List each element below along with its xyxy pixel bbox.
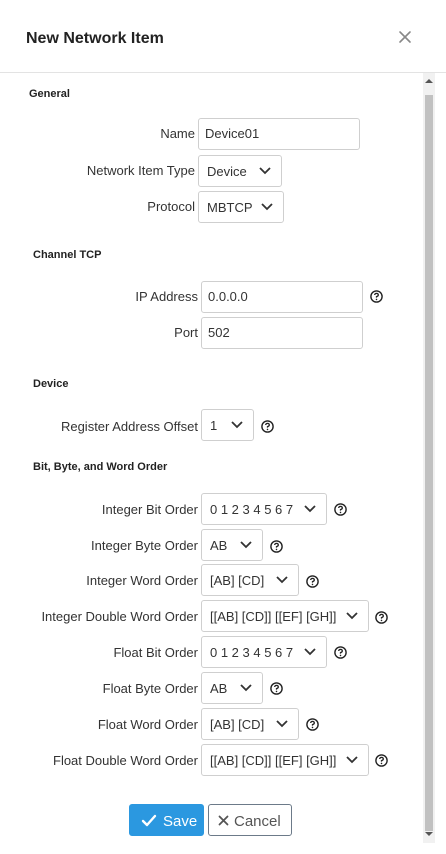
chevron-down-icon xyxy=(259,167,271,175)
integer-byte-order-value: AB xyxy=(210,538,228,553)
float-bit-order-value: 0 1 2 3 4 5 6 7 xyxy=(210,645,294,660)
ip-address-label: IP Address xyxy=(135,289,198,304)
section-channel-tcp: Channel TCP xyxy=(33,249,102,261)
float-byte-order-value: AB xyxy=(210,681,228,696)
help-icon[interactable] xyxy=(334,646,347,659)
float-byte-order-label: Float Byte Order xyxy=(102,681,198,696)
close-icon[interactable] xyxy=(396,28,414,46)
dialog-header: New Network Item xyxy=(0,0,446,73)
chevron-down-icon xyxy=(231,421,243,429)
ip-address-field[interactable]: 0.0.0.0 xyxy=(201,281,363,313)
protocol-select[interactable]: MBTCP xyxy=(198,191,284,223)
integer-word-order-select[interactable]: [AB] [CD] xyxy=(201,564,299,596)
float-byte-order-select[interactable]: AB xyxy=(201,672,263,704)
integer-bit-order-select[interactable]: 0 1 2 3 4 5 6 7 xyxy=(201,493,327,525)
port-field[interactable]: 502 xyxy=(201,317,363,349)
chevron-down-icon xyxy=(276,576,288,584)
integer-double-word-order-value: [[AB] [CD]] [[EF] [GH]] xyxy=(210,609,337,624)
chevron-down-icon xyxy=(276,720,288,728)
protocol-value: MBTCP xyxy=(207,200,253,215)
port-label: Port xyxy=(174,325,198,340)
dialog-title: New Network Item xyxy=(26,30,164,47)
integer-bit-order-value: 0 1 2 3 4 5 6 7 xyxy=(210,502,294,517)
help-icon[interactable] xyxy=(270,540,283,553)
float-word-order-label: Float Word Order xyxy=(97,717,198,732)
help-icon[interactable] xyxy=(334,503,347,516)
float-bit-order-label: Float Bit Order xyxy=(113,645,198,660)
network-item-type-label: Network Item Type xyxy=(86,163,195,178)
register-address-offset-select[interactable]: 1 xyxy=(201,409,254,441)
section-general: General xyxy=(29,88,70,100)
save-button[interactable]: Save xyxy=(129,804,204,836)
help-icon[interactable] xyxy=(261,420,274,433)
network-item-type-value: Device xyxy=(207,164,247,179)
section-bit-byte-word-order: Bit, Byte, and Word Order xyxy=(33,461,168,473)
chevron-down-icon xyxy=(346,756,358,764)
chevron-down-icon xyxy=(304,505,316,513)
chevron-down-icon xyxy=(240,684,252,692)
help-icon[interactable] xyxy=(306,575,319,588)
integer-bit-order-label: Integer Bit Order xyxy=(101,502,198,517)
help-icon[interactable] xyxy=(375,611,388,624)
scroll-down-arrow-icon[interactable] xyxy=(425,830,433,838)
network-item-type-select[interactable]: Device xyxy=(198,155,282,187)
integer-byte-order-label: Integer Byte Order xyxy=(91,538,198,553)
chevron-down-icon xyxy=(261,203,273,211)
float-word-order-value: [AB] [CD] xyxy=(210,717,265,732)
save-button-label: Save xyxy=(163,813,198,830)
vertical-scrollbar[interactable] xyxy=(423,73,435,843)
chevron-down-icon xyxy=(346,612,358,620)
integer-byte-order-select[interactable]: AB xyxy=(201,529,263,561)
help-icon[interactable] xyxy=(270,682,283,695)
integer-double-word-order-select[interactable]: [[AB] [CD]] [[EF] [GH]] xyxy=(201,600,369,632)
float-bit-order-select[interactable]: 0 1 2 3 4 5 6 7 xyxy=(201,636,327,668)
register-address-offset-label: Register Address Offset xyxy=(60,419,198,434)
protocol-label: Protocol xyxy=(147,199,195,214)
name-label: Name xyxy=(160,126,195,141)
integer-word-order-value: [AB] [CD] xyxy=(210,573,265,588)
float-double-word-order-select[interactable]: [[AB] [CD]] [[EF] [GH]] xyxy=(201,744,369,776)
check-icon xyxy=(141,814,157,827)
help-icon[interactable] xyxy=(370,290,383,303)
float-word-order-select[interactable]: [AB] [CD] xyxy=(201,708,299,740)
scrollbar-thumb[interactable] xyxy=(425,95,433,831)
integer-word-order-label: Integer Word Order xyxy=(86,573,198,588)
cancel-button-label: Cancel xyxy=(234,813,281,830)
register-address-offset-value: 1 xyxy=(210,418,218,433)
chevron-down-icon xyxy=(304,648,316,656)
new-network-item-dialog: New Network Item General Name Device01 N… xyxy=(0,0,446,854)
section-device: Device xyxy=(33,378,69,390)
float-double-word-order-value: [[AB] [CD]] [[EF] [GH]] xyxy=(210,753,337,768)
name-field[interactable]: Device01 xyxy=(198,118,360,150)
chevron-down-icon xyxy=(240,541,252,549)
cancel-button[interactable]: Cancel xyxy=(208,804,292,836)
help-icon[interactable] xyxy=(375,754,388,767)
close-icon xyxy=(218,815,229,826)
scroll-up-arrow-icon[interactable] xyxy=(425,77,433,85)
help-icon[interactable] xyxy=(306,718,319,731)
integer-double-word-order-label: Integer Double Word Order xyxy=(41,609,198,624)
float-double-word-order-label: Float Double Word Order xyxy=(53,753,198,768)
